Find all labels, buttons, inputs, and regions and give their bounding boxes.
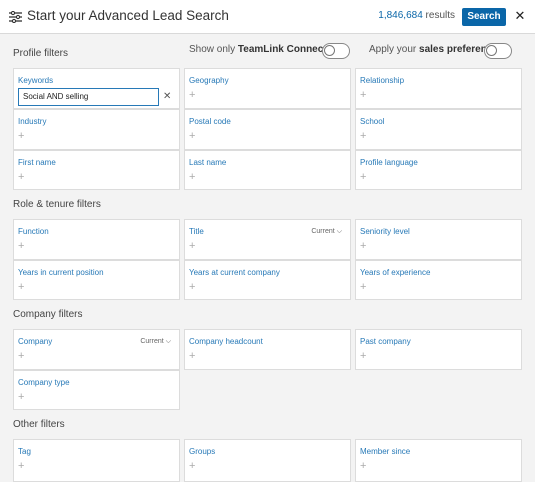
filter-label-function: Function [18, 227, 49, 236]
add-icon: + [18, 240, 25, 252]
add-icon: + [360, 89, 367, 101]
toggle-knob [486, 45, 497, 56]
filter-label-company-type: Company type [18, 378, 70, 387]
filter-card-first-name[interactable]: First name + [13, 150, 180, 190]
prefs-prefix: Apply your [369, 44, 420, 55]
filter-card-years-company[interactable]: Years at current company + [184, 260, 351, 300]
filter-card-industry[interactable]: Industry + [13, 109, 180, 150]
filter-label-profile-language: Profile language [360, 158, 418, 167]
filter-label-years-company: Years at current company [189, 268, 280, 277]
filter-card-last-name[interactable]: Last name + [184, 150, 351, 190]
current-label: Current [311, 228, 335, 235]
filter-label-years-experience: Years of experience [360, 268, 431, 277]
filters-panel: Profile filters Show only TeamLink Conne… [0, 0, 535, 482]
filter-label-relationship: Relationship [360, 76, 405, 85]
filter-label-keywords: Keywords [18, 76, 54, 85]
filter-label-postal-code: Postal code [189, 117, 231, 126]
search-button[interactable]: Search [462, 8, 506, 26]
filter-label-geography: Geography [189, 76, 229, 85]
result-count-label: results [425, 10, 455, 21]
title-current-dropdown[interactable]: Current ⌵ [311, 228, 342, 236]
chevron-down-icon: ⌵ [336, 228, 342, 235]
filter-card-keywords: Keywords Social AND selling ✕ [13, 68, 180, 109]
add-icon: + [189, 240, 196, 252]
result-count: 1,846,684 results [378, 10, 455, 21]
filter-label-first-name: First name [18, 158, 56, 167]
filter-card-years-experience[interactable]: Years of experience + [355, 260, 522, 300]
teamlink-prefix: Show only [189, 44, 238, 55]
section-title-other: Other filters [13, 419, 65, 430]
filter-label-headcount: Company headcount [189, 337, 263, 346]
section-title-company: Company filters [13, 309, 83, 320]
filter-card-geography[interactable]: Geography + [184, 68, 351, 109]
keywords-input[interactable]: Social AND selling [18, 88, 159, 106]
toggle-knob [324, 45, 335, 56]
close-icon[interactable]: ✕ [514, 9, 526, 23]
teamlink-toggle[interactable] [322, 43, 350, 59]
result-count-number: 1,846,684 [378, 10, 423, 21]
add-icon: + [360, 240, 367, 252]
add-icon: + [360, 460, 367, 472]
filter-label-school: School [360, 117, 385, 126]
add-icon: + [189, 89, 196, 101]
section-title-profile: Profile filters [13, 48, 69, 59]
filter-card-school[interactable]: School + [355, 109, 522, 150]
filter-label-groups: Groups [189, 447, 216, 456]
company-current-dropdown[interactable]: Current ⌵ [140, 338, 171, 346]
add-icon: + [360, 350, 367, 362]
filter-card-profile-language[interactable]: Profile language + [355, 150, 522, 190]
add-icon: + [189, 350, 196, 362]
add-icon: + [18, 350, 25, 362]
add-icon: + [360, 281, 367, 293]
filter-card-years-position[interactable]: Years in current position + [13, 260, 180, 300]
add-icon: + [18, 130, 25, 142]
filter-label-company: Company [18, 337, 53, 346]
filter-card-groups[interactable]: Groups + [184, 439, 351, 482]
add-icon: + [189, 281, 196, 293]
filter-card-title[interactable]: Title Current ⌵ + [184, 219, 351, 260]
filter-card-company[interactable]: Company Current ⌵ + [13, 329, 180, 370]
add-icon: + [18, 281, 25, 293]
filter-label-past-company: Past company [360, 337, 411, 346]
filter-label-years-position: Years in current position [18, 268, 104, 277]
section-title-role: Role & tenure filters [13, 199, 101, 210]
filter-card-past-company[interactable]: Past company + [355, 329, 522, 370]
filter-label-industry: Industry [18, 117, 47, 126]
chevron-down-icon: ⌵ [165, 338, 171, 345]
add-icon: + [18, 171, 25, 183]
filter-card-seniority[interactable]: Seniority level + [355, 219, 522, 260]
filter-card-company-type[interactable]: Company type + [13, 370, 180, 410]
add-icon: + [189, 171, 196, 183]
sales-prefs-toggle[interactable] [484, 43, 512, 59]
filter-label-tag: Tag [18, 447, 31, 456]
add-icon: + [189, 460, 196, 472]
filter-label-last-name: Last name [189, 158, 227, 167]
filter-label-seniority: Seniority level [360, 227, 410, 236]
filter-card-postal-code[interactable]: Postal code + [184, 109, 351, 150]
filter-card-relationship[interactable]: Relationship + [355, 68, 522, 109]
current-label: Current [140, 338, 164, 345]
add-icon: + [189, 130, 196, 142]
add-icon: + [18, 460, 25, 472]
clear-keywords-icon[interactable]: ✕ [163, 92, 171, 102]
page-title: Start your Advanced Lead Search [27, 8, 229, 23]
filter-card-member-since[interactable]: Member since + [355, 439, 522, 482]
filter-card-tag[interactable]: Tag + [13, 439, 180, 482]
filter-card-headcount[interactable]: Company headcount + [184, 329, 351, 370]
add-icon: + [18, 391, 25, 403]
add-icon: + [360, 171, 367, 183]
add-icon: + [360, 130, 367, 142]
filter-label-title: Title [189, 227, 204, 236]
search-header: Start your Advanced Lead Search 1,846,68… [0, 0, 535, 34]
filter-label-member-since: Member since [360, 447, 411, 456]
filter-sliders-icon [9, 11, 22, 23]
filter-card-function[interactable]: Function + [13, 219, 180, 260]
